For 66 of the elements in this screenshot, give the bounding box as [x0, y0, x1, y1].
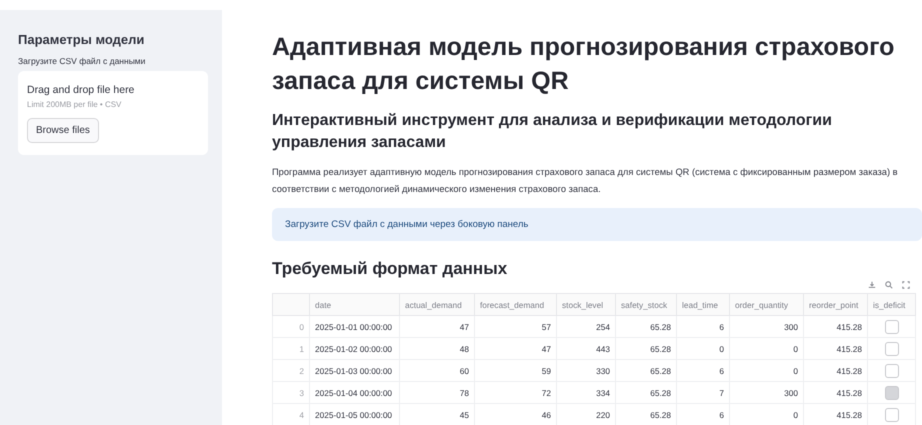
- table-cell: 6: [676, 316, 730, 338]
- dropzone-hint: Limit 200MB per file • CSV: [27, 100, 122, 109]
- dropzone-title: Drag and drop file here: [27, 84, 136, 96]
- browse-files-button[interactable]: Browse files: [27, 118, 99, 143]
- table-cell: 65.28: [616, 360, 676, 382]
- column-header[interactable]: date: [310, 294, 400, 316]
- table-cell: 57: [474, 316, 556, 338]
- table-header: [272, 294, 310, 316]
- deficit-checkbox[interactable]: [884, 320, 898, 334]
- table-cell: 65.28: [616, 316, 676, 338]
- download-icon[interactable]: [868, 281, 876, 289]
- table-cell: 334: [556, 382, 616, 404]
- file-dropzone[interactable]: Drag and drop file here Limit 200MB per file • CSV Browse files: [18, 71, 208, 155]
- table-cell: 78: [400, 382, 474, 404]
- row-index: 2: [272, 360, 310, 382]
- table-cell: 2025-01-04 00:00:00: [310, 382, 400, 404]
- column-header[interactable]: safety_stock: [616, 294, 676, 316]
- table-cell: 415.28: [804, 382, 868, 404]
- table-cell: 6: [676, 360, 730, 382]
- column-header[interactable]: reorder_point: [804, 294, 868, 316]
- page-subtitle: Интерактивный инструмент для анализа и верификации методологии управления запасами: [272, 111, 833, 153]
- row-index: 4: [272, 404, 310, 425]
- row-index: 1: [272, 338, 310, 360]
- row-index: 0: [272, 316, 310, 338]
- column-header[interactable]: actual_demand: [400, 294, 474, 316]
- info-alert: Загрузите CSV файл с данными через боковую панель: [272, 208, 922, 241]
- deficit-checkbox[interactable]: [884, 408, 898, 422]
- table-cell: 254: [556, 316, 616, 338]
- column-header[interactable]: is_deficit: [868, 294, 916, 316]
- table-cell: 47: [474, 338, 556, 360]
- column-header[interactable]: lead_time: [676, 294, 730, 316]
- fullscreen-icon[interactable]: [902, 281, 910, 289]
- row-index: 3: [272, 382, 310, 404]
- table-cell: 59: [474, 360, 556, 382]
- table-cell: 0: [730, 360, 804, 382]
- section-title: Требуемый формат данных: [272, 259, 508, 279]
- table-cell: 415.28: [804, 316, 868, 338]
- table-cell: 300: [730, 316, 804, 338]
- search-icon[interactable]: [885, 281, 893, 289]
- table-cell: 48: [400, 338, 474, 360]
- table-cell: 2025-01-03 00:00:00: [310, 360, 400, 382]
- table-cell: 0: [730, 338, 804, 360]
- table-cell: 443: [556, 338, 616, 360]
- deficit-checkbox[interactable]: [884, 386, 898, 400]
- page-title: Адаптивная модель прогнозирования страхового запаса для системы QR: [272, 32, 896, 97]
- table-cell: 72: [474, 382, 556, 404]
- table-cell: 7: [676, 382, 730, 404]
- table-cell: 300: [730, 382, 804, 404]
- deficit-checkbox[interactable]: [884, 364, 898, 378]
- table-cell: 65.28: [616, 338, 676, 360]
- table-cell: 65.28: [616, 382, 676, 404]
- table-cell: 2025-01-02 00:00:00: [310, 338, 400, 360]
- table-cell: 415.28: [804, 360, 868, 382]
- table-cell: 330: [556, 360, 616, 382]
- column-header[interactable]: order_quantity: [730, 294, 804, 316]
- sidebar-title: Параметры модели: [18, 32, 146, 47]
- table-cell: 47: [400, 316, 474, 338]
- table-cell: 0: [676, 338, 730, 360]
- description-text: Программа реализует адаптивную модель прогнозирования страхового запаса для системы QR (система с фиксированным размером заказа) в соответствии с методологией динамического изменения страхового запаса.: [272, 166, 899, 196]
- column-header[interactable]: stock_level: [556, 294, 616, 316]
- table-cell: 60: [400, 360, 474, 382]
- upload-label: Загрузите CSV файл с данными: [18, 56, 146, 66]
- table-cell: 2025-01-01 00:00:00: [310, 316, 400, 338]
- column-header[interactable]: forecast_demand: [474, 294, 556, 316]
- deficit-checkbox[interactable]: [884, 342, 898, 356]
- table-cell: 415.28: [804, 338, 868, 360]
